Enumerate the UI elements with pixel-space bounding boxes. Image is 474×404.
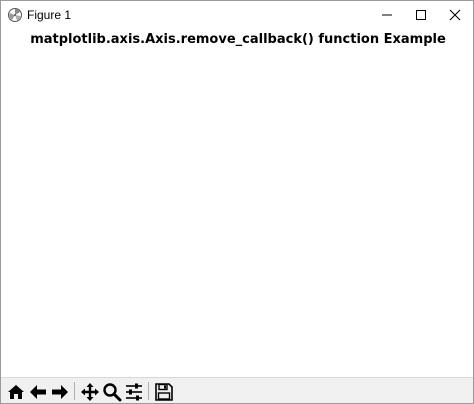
window-title: Figure 1 <box>27 8 72 22</box>
figure-canvas[interactable]: matplotlib.axis.Axis.remove_callback() f… <box>1 29 473 377</box>
configure-subplots-button[interactable] <box>123 381 145 403</box>
zoom-button[interactable] <box>101 381 123 403</box>
maximize-icon <box>416 10 426 20</box>
arrow-right-icon <box>52 385 68 399</box>
magnifier-icon <box>103 383 122 402</box>
move-arrows-icon <box>81 383 99 401</box>
figure-title: matplotlib.axis.Axis.remove_callback() f… <box>30 32 446 47</box>
pan-button[interactable] <box>79 381 101 403</box>
home-button[interactable] <box>5 381 27 403</box>
minimize-icon <box>382 14 392 16</box>
back-button[interactable] <box>27 381 49 403</box>
close-icon <box>449 9 461 21</box>
figure-window: Figure 1 matplotlib.axis.Axis.remove_cal… <box>0 0 474 404</box>
home-icon <box>8 385 24 399</box>
toolbar-separator <box>74 382 75 400</box>
forward-button[interactable] <box>49 381 71 403</box>
floppy-disk-icon <box>155 383 173 401</box>
toolbar-separator <box>148 382 149 400</box>
save-button[interactable] <box>153 381 175 403</box>
arrow-left-icon <box>30 385 46 399</box>
matplotlib-logo-icon <box>7 7 23 23</box>
title-bar[interactable]: Figure 1 <box>1 1 473 29</box>
navigation-toolbar <box>1 377 473 403</box>
sliders-icon <box>126 383 142 401</box>
close-button[interactable] <box>433 1 473 29</box>
